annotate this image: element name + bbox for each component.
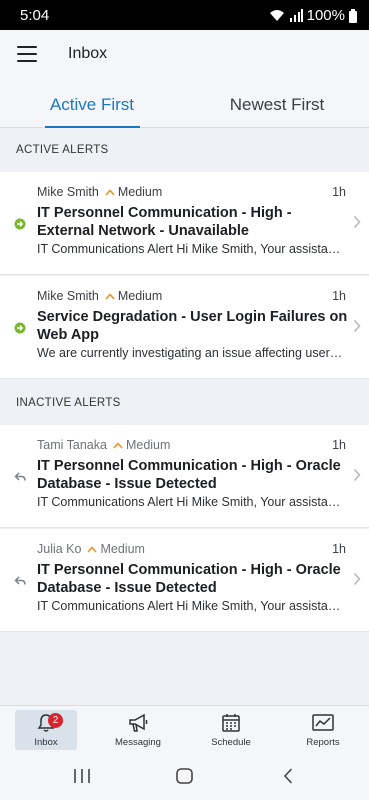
chevron-right-icon — [353, 319, 361, 333]
alert-meta: Mike Smith Medium — [37, 289, 162, 303]
alert-priority: Medium — [100, 542, 145, 556]
chevron-right-icon — [353, 468, 361, 482]
arrow-right-circle-icon — [14, 322, 26, 334]
signal-icon — [289, 9, 303, 22]
chevron-right-icon — [353, 215, 361, 229]
priority-chevron-up-icon — [105, 188, 115, 196]
home-icon[interactable] — [176, 768, 193, 784]
alert-subject: IT Personnel Communication - High - Orac… — [37, 458, 341, 492]
alert-subject: IT Personnel Communication - High - Orac… — [37, 562, 341, 596]
page-title: Inbox — [68, 45, 108, 62]
alert-sender: Mike Smith — [37, 185, 99, 199]
nav-inbox-label: Inbox — [34, 737, 58, 748]
priority-chevron-up-icon — [87, 545, 98, 553]
alert-meta: Julia Ko Medium — [37, 542, 145, 556]
bottom-nav: 2 Inbox Messaging Schedule Reports — [0, 705, 369, 752]
alert-sender: Julia Ko — [37, 542, 82, 556]
alert-item[interactable]: Julia Ko Medium 1h IT Personnel Communic… — [0, 529, 369, 632]
alert-item[interactable]: Tami Tanaka Medium 1h IT Personnel Commu… — [0, 425, 369, 528]
nav-messaging[interactable]: Messaging — [107, 710, 169, 750]
alert-sender: Tami Tanaka — [37, 438, 107, 452]
battery-icon — [349, 8, 357, 23]
app-bar: Inbox — [0, 30, 369, 78]
alert-time: 1h — [332, 289, 346, 303]
arrow-right-circle-icon — [14, 218, 26, 230]
system-nav-bar — [0, 752, 369, 800]
status-bar: 5:04 100% — [0, 0, 369, 30]
alert-time: 1h — [332, 185, 346, 199]
inbox-badge: 2 — [48, 713, 63, 728]
tab-active-first[interactable]: Active First — [0, 78, 184, 128]
reply-icon — [14, 576, 26, 585]
tab-newest-first[interactable]: Newest First — [185, 78, 369, 128]
wifi-icon — [269, 10, 284, 21]
battery-percent: 100% — [306, 7, 345, 24]
nav-inbox[interactable]: 2 Inbox — [15, 710, 77, 750]
alert-priority: Medium — [125, 438, 171, 452]
alert-preview: IT Communications Alert Hi Mike Smith, Y… — [37, 495, 344, 509]
alert-time: 1h — [332, 542, 346, 556]
priority-chevron-up-icon — [113, 441, 123, 449]
alert-preview: IT Communications Alert Hi Mike Smith, Y… — [37, 599, 344, 613]
alert-sender: Mike Smith — [37, 289, 99, 303]
nav-schedule-label: Schedule — [211, 737, 251, 748]
nav-reports-label: Reports — [306, 737, 340, 748]
megaphone-icon — [129, 713, 148, 732]
alert-time: 1h — [332, 438, 346, 452]
alert-subject: Service Degradation - User Login Failure… — [37, 309, 348, 343]
active-alerts-header: ACTIVE ALERTS — [16, 144, 109, 156]
status-time: 5:04 — [20, 7, 50, 24]
alert-meta: Mike Smith Medium — [37, 185, 162, 199]
alert-preview: We are currently investigating an issue … — [37, 346, 344, 360]
hamburger-menu-icon[interactable] — [17, 46, 37, 62]
inactive-alerts-header: INACTIVE ALERTS — [16, 397, 121, 409]
alert-meta: Tami Tanaka Medium — [37, 438, 170, 452]
recent-apps-icon[interactable] — [73, 769, 91, 783]
alert-item[interactable]: Mike Smith Medium 1h Service Degradation… — [0, 276, 369, 379]
priority-chevron-up-icon — [105, 292, 115, 300]
alert-subject: IT Personnel Communication - High - Exte… — [37, 205, 292, 239]
alert-item[interactable]: Mike Smith Medium 1h IT Personnel Commun… — [0, 172, 369, 275]
alert-preview: IT Communications Alert Hi Mike Smith, Y… — [37, 242, 344, 256]
sort-tabs: Active First Newest First — [0, 78, 369, 128]
chart-icon — [312, 714, 334, 731]
nav-reports[interactable]: Reports — [292, 710, 354, 750]
back-icon[interactable] — [283, 768, 293, 784]
alert-priority: Medium — [117, 289, 163, 303]
chevron-right-icon — [353, 572, 361, 586]
nav-schedule[interactable]: Schedule — [200, 710, 262, 750]
reply-icon — [14, 472, 26, 481]
nav-messaging-label: Messaging — [115, 737, 161, 748]
calendar-icon — [222, 714, 240, 732]
alert-priority: Medium — [117, 185, 163, 199]
status-icons: 100% — [269, 7, 357, 24]
